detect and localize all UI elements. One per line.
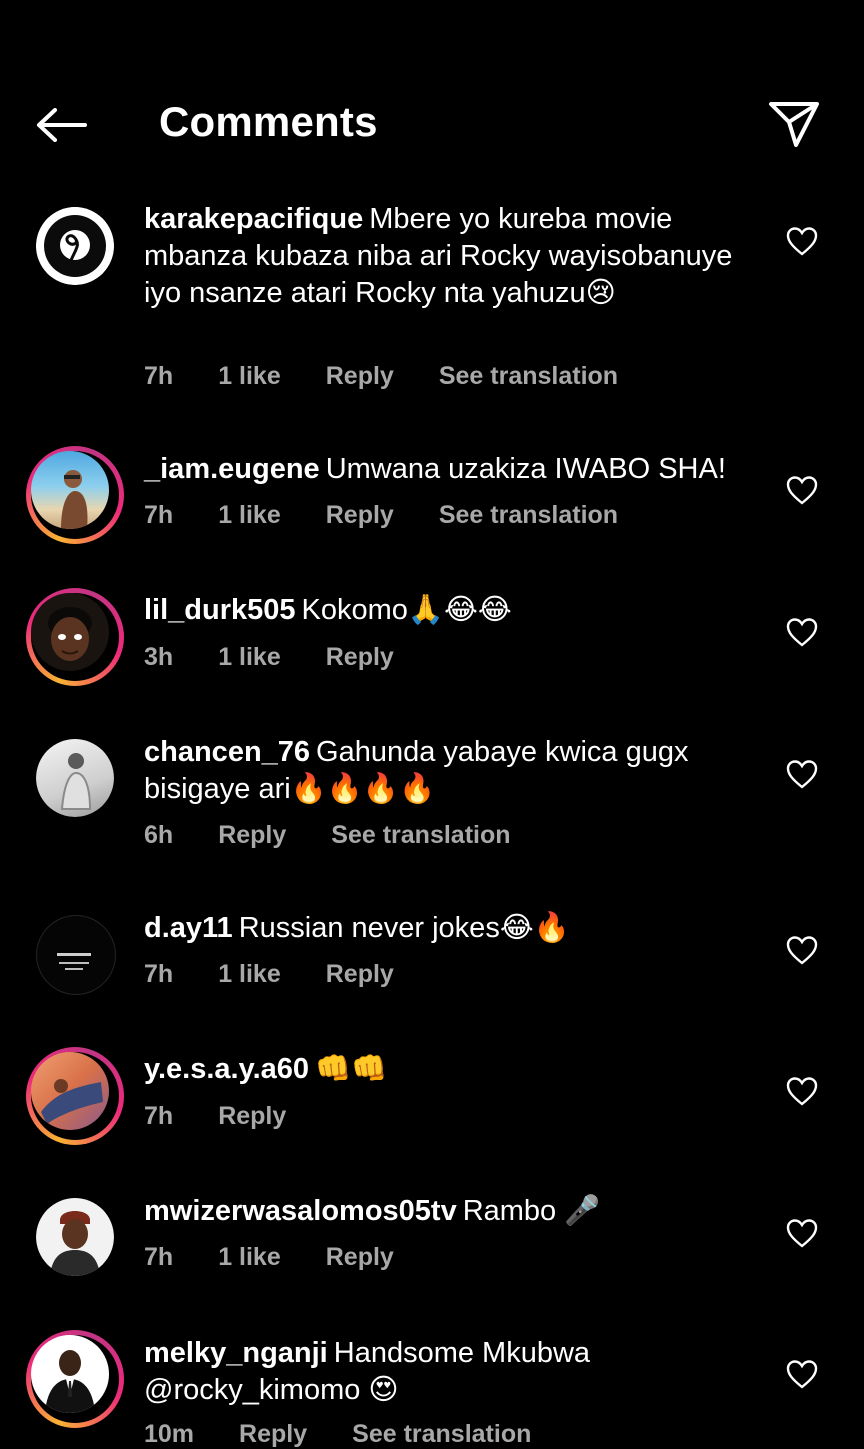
comment-meta: 10m Reply See translation <box>144 1420 576 1449</box>
orange-photo-icon <box>41 1079 103 1124</box>
comment-time: 7h <box>144 362 174 390</box>
peacock-logo-icon <box>36 207 114 285</box>
comment-text: lil_durk505 Kokomo🙏😂😂 <box>144 592 764 629</box>
comment-time: 10m <box>144 1420 195 1448</box>
comment-text: mwizerwasalomos05tv Rambo 🎤 <box>144 1193 764 1230</box>
heart-outline-icon[interactable] <box>786 1359 818 1389</box>
reply-button[interactable]: Reply <box>218 1102 286 1131</box>
comment-message: Kokomo🙏😂😂 <box>301 594 512 626</box>
likes-count[interactable]: 1 like <box>218 643 281 672</box>
cartoon-face-icon <box>48 607 92 661</box>
reply-button[interactable]: Reply <box>218 821 286 850</box>
see-translation-button[interactable]: See translation <box>331 821 510 850</box>
avatar[interactable] <box>36 915 116 995</box>
comment-meta: 7h 1 like Reply <box>144 960 439 989</box>
comment-message: Umwana uzakiza IWABO SHA! <box>325 453 726 485</box>
comment-message: Russian never jokes😂🔥 <box>238 912 570 944</box>
comment-username[interactable]: _iam.eugene <box>144 453 320 485</box>
avatar[interactable] <box>36 1198 114 1276</box>
comment-username[interactable]: lil_durk505 <box>144 594 296 626</box>
reply-button[interactable]: Reply <box>326 501 394 530</box>
heart-outline-icon[interactable] <box>786 475 818 505</box>
heart-outline-icon[interactable] <box>786 617 818 647</box>
comment-text: y.e.s.a.y.a60 👊👊 <box>144 1051 764 1088</box>
comment-username[interactable]: melky_nganji <box>144 1337 328 1369</box>
man-photo-icon <box>50 1211 100 1276</box>
page-title: Comments <box>159 98 378 145</box>
avatar[interactable] <box>26 1330 124 1428</box>
reply-button[interactable]: Reply <box>326 643 394 672</box>
comment-time: 7h <box>144 1243 174 1271</box>
back-button[interactable] <box>30 100 92 150</box>
comment-meta: 7h 1 like Reply See translation <box>144 501 663 530</box>
share-button[interactable] <box>764 96 824 152</box>
comment-message: 👊👊 <box>315 1053 388 1085</box>
suit-photo-icon <box>45 1350 95 1413</box>
likes-count[interactable]: 1 like <box>218 501 281 530</box>
see-translation-button[interactable]: See translation <box>439 501 618 530</box>
heart-outline-icon[interactable] <box>786 226 818 256</box>
avatar[interactable] <box>26 588 124 686</box>
comment-time: 6h <box>144 821 174 849</box>
likes-count[interactable]: 1 like <box>218 1243 281 1272</box>
reply-button[interactable]: Reply <box>239 1420 307 1449</box>
top-bar: Comments <box>0 0 864 190</box>
comment-text: melky_nganji Handsome Mkubwa @rocky_kimom… <box>144 1335 764 1409</box>
likes-count[interactable]: 1 like <box>218 960 281 989</box>
comment-meta: 3h 1 like Reply <box>144 643 439 672</box>
comment-username[interactable]: mwizerwasalomos05tv <box>144 1195 457 1227</box>
comment-meta: 7h Reply <box>144 1102 331 1131</box>
heart-outline-icon[interactable] <box>786 1076 818 1106</box>
beach-photo-icon <box>61 470 88 529</box>
comment-text: d.ay11 Russian never jokes😂🔥 <box>144 910 764 947</box>
comment-time: 7h <box>144 960 174 988</box>
comment-meta: 7h 1 like Reply See translation <box>144 362 663 391</box>
reply-button[interactable]: Reply <box>326 1243 394 1272</box>
heart-outline-icon[interactable] <box>786 759 818 789</box>
avatar[interactable] <box>36 207 114 285</box>
comment-meta: 7h 1 like Reply <box>144 1243 439 1272</box>
avatar[interactable] <box>26 1047 124 1145</box>
avatar[interactable] <box>26 446 124 544</box>
likes-count[interactable]: 1 like <box>218 362 281 391</box>
see-translation-button[interactable]: See translation <box>352 1420 531 1449</box>
reply-button[interactable]: Reply <box>326 960 394 989</box>
comment-username[interactable]: chancen_76 <box>144 736 310 768</box>
reply-button[interactable]: Reply <box>326 362 394 391</box>
avatar[interactable] <box>36 739 114 817</box>
comment-message: Rambo 🎤 <box>462 1195 601 1227</box>
comment-time: 7h <box>144 501 174 529</box>
bw-photo-icon <box>60 753 92 810</box>
arrow-left-icon <box>37 108 87 142</box>
heart-outline-icon[interactable] <box>786 935 818 965</box>
heart-outline-icon[interactable] <box>786 1218 818 1248</box>
comment-text: chancen_76 Gahunda yabaye kwica gugx bisi… <box>144 734 764 808</box>
comment-username[interactable]: y.e.s.a.y.a60 <box>144 1053 309 1085</box>
comment-time: 7h <box>144 1102 174 1130</box>
text-logo-icon <box>57 953 91 970</box>
comment-meta: 6h Reply See translation <box>144 821 556 850</box>
comment-text: _iam.eugene Umwana uzakiza IWABO SHA! <box>144 451 764 488</box>
comment-username[interactable]: karakepacifique <box>144 203 363 235</box>
comment-text: karakepacifique Mbere yo kureba movie mba… <box>144 201 764 312</box>
paper-plane-icon <box>769 102 819 147</box>
comment-username[interactable]: d.ay11 <box>144 912 233 944</box>
comment-time: 3h <box>144 643 174 671</box>
see-translation-button[interactable]: See translation <box>439 362 618 391</box>
